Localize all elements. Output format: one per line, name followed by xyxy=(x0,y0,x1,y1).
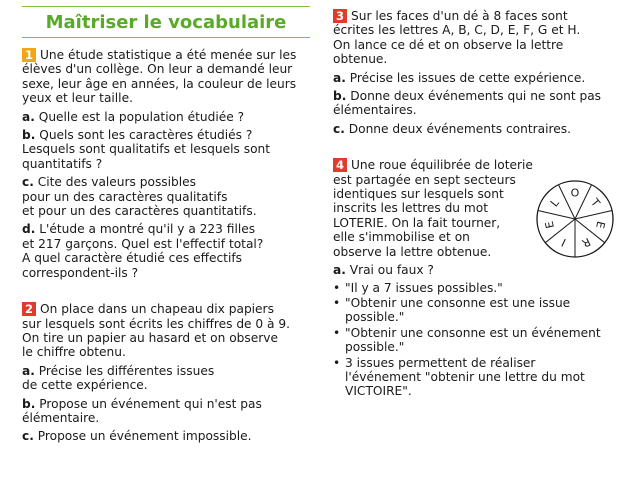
statement-line: Une étude statistique a été menée sur le… xyxy=(40,48,297,62)
question-c: c. Cite des valeurs possibles pour un de… xyxy=(22,175,312,218)
question-b: b. Propose un événement qui n'est pas él… xyxy=(22,397,312,426)
list-item-text: possible." xyxy=(345,310,405,325)
statement-line: élèves d'un collège. On leur a demandé l… xyxy=(22,62,293,77)
question-b: b. Donne deux événements qui ne sont pas… xyxy=(333,89,633,118)
statement-line: sexe, leur âge en années, la couleur de … xyxy=(22,76,297,91)
exercise-3: 3 Sur les faces d'un dé à 8 faces sont éc… xyxy=(333,9,633,136)
page-title: Maîtriser le vocabulaire xyxy=(45,12,287,33)
exercise-1-statement: 1 Une étude statistique a été menée sur l… xyxy=(22,48,312,106)
question-text: Précise les issues de cette expérience. xyxy=(349,70,586,85)
statement-line: On place dans un chapeau dix papiers xyxy=(40,302,274,317)
exercise-3-statement: 3 Sur les faces d'un dé à 8 faces sont éc… xyxy=(333,9,633,67)
question-label: c. xyxy=(333,121,345,136)
statement-line: est partagée en sept secteurs xyxy=(333,172,516,187)
list-item-text: possible." xyxy=(345,340,405,355)
question-text: Quels sont les caractères étudiés ? xyxy=(39,128,253,143)
left-column: Maîtriser le vocabulaire 1 Une étude stat… xyxy=(22,0,312,444)
question-text: Cite des valeurs possibles xyxy=(37,175,197,190)
question-text: Lesquels sont qualitatifs et lesquels so… xyxy=(22,142,271,157)
list-item: "Il y a 7 issues possibles." xyxy=(333,280,633,296)
question-a: a. Précise les différentes issues de cet… xyxy=(22,364,312,393)
lottery-wheel: LOTERIE xyxy=(536,180,614,258)
statement-line: sur lesquels sont écrits les chiffres de… xyxy=(22,316,291,331)
question-text: Précise les différentes issues xyxy=(38,363,215,378)
exercise-number-badge: 1 xyxy=(22,48,36,62)
list-item-text: 3 issues permettent de réaliser xyxy=(345,355,536,370)
list-item-text: "Obtenir une consonne est un événement xyxy=(345,325,601,340)
question-label: a. xyxy=(333,263,346,278)
question-text: quantitatifs ? xyxy=(22,156,103,171)
question-text: pour un des caractères qualitatifs xyxy=(22,189,228,204)
question-label: c. xyxy=(22,175,34,190)
statement-line: inscrits les lettres du mot xyxy=(333,201,489,216)
statement-line: On tire un papier au hasard et on observ… xyxy=(22,330,278,345)
exercise-number-badge: 2 xyxy=(22,302,36,317)
question-label: b. xyxy=(22,128,36,143)
list-item-text: VICTOIRE". xyxy=(345,384,412,399)
title-bar: Maîtriser le vocabulaire xyxy=(22,6,310,38)
statement-line: elle s'immobilise et on xyxy=(333,230,470,245)
question-d: d. L'étude a montré qu'il y a 223 filles… xyxy=(22,222,312,280)
list-item-text: "Il y a 7 issues possibles." xyxy=(345,280,503,295)
list-item: 3 issues permettent de réaliserl'événeme… xyxy=(333,356,633,399)
exercise-1: 1 Une étude statistique a été menée sur l… xyxy=(22,48,312,280)
question-c: c. Donne deux événements contraires. xyxy=(333,122,633,136)
question-label: c. xyxy=(22,429,34,444)
question-label: b. xyxy=(22,396,36,411)
question-text: élémentaire. xyxy=(22,410,100,425)
question-text: Propose un événement impossible. xyxy=(37,429,252,444)
statement-line: écrites les lettres A, B, C, D, E, F, G … xyxy=(333,23,581,38)
exercise-number-badge: 3 xyxy=(333,9,347,23)
question-text: correspondent-ils ? xyxy=(22,265,139,280)
question-label: d. xyxy=(22,222,36,237)
question-a: a. Vrai ou faux ? xyxy=(333,263,633,277)
statement-line: observe la lettre obtenue. xyxy=(333,244,492,259)
statement-line: LOTERIE. On la fait tourner, xyxy=(333,215,501,230)
question-text: de cette expérience. xyxy=(22,378,148,393)
statement-line: On lance ce dé et on observe la lettre xyxy=(333,37,564,52)
question-text: Quelle est la population étudiée ? xyxy=(38,109,245,124)
statement-line: le chiffre obtenu. xyxy=(22,345,126,360)
question-text: Vrai ou faux ? xyxy=(349,263,434,278)
list-item-text: l'événement "obtenir une lettre du mot xyxy=(345,369,585,384)
wheel-letter: O xyxy=(571,187,580,200)
question-text: Donne deux événements qui ne sont pas xyxy=(350,89,602,104)
statement-line: identiques sur lesquels sont xyxy=(333,187,504,202)
statement-list: "Il y a 7 issues possibles." "Obtenir un… xyxy=(333,281,633,399)
question-c: c. Propose un événement impossible. xyxy=(22,429,312,443)
question-text: A quel caractère étudié ces effectifs xyxy=(22,251,242,266)
question-text: et 217 garçons. Quel est l'effectif tota… xyxy=(22,236,264,251)
question-b: b. Quels sont les caractères étudiés ? L… xyxy=(22,128,312,171)
statement-line: yeux et leur taille. xyxy=(22,91,133,106)
list-item: "Obtenir une consonne est une issuepossi… xyxy=(333,296,633,325)
statement-line: Sur les faces d'un dé à 8 faces sont xyxy=(351,9,568,23)
exercise-2-statement: 2 On place dans un chapeau dix papiers su… xyxy=(22,302,312,360)
statement-line: obtenue. xyxy=(333,52,388,67)
question-text: élémentaires. xyxy=(333,103,417,118)
statement-line: Une roue équilibrée de loterie xyxy=(351,158,533,173)
question-label: b. xyxy=(333,89,347,104)
question-a: a. Précise les issues de cette expérienc… xyxy=(333,71,633,85)
list-item-text: "Obtenir une consonne est une issue xyxy=(345,295,571,310)
question-label: a. xyxy=(22,363,35,378)
question-text: L'étude a montré qu'il y a 223 filles xyxy=(39,222,256,237)
question-text: Donne deux événements contraires. xyxy=(348,121,571,136)
question-a: a. Quelle est la population étudiée ? xyxy=(22,110,312,124)
exercise-number-badge: 4 xyxy=(333,158,347,173)
question-text: et pour un des caractères quantitatifs. xyxy=(22,204,257,219)
question-text: Propose un événement qui n'est pas xyxy=(39,396,262,411)
list-item: "Obtenir une consonne est un événementpo… xyxy=(333,326,633,355)
question-label: a. xyxy=(333,70,346,85)
question-label: a. xyxy=(22,109,35,124)
exercise-2: 2 On place dans un chapeau dix papiers su… xyxy=(22,302,312,444)
